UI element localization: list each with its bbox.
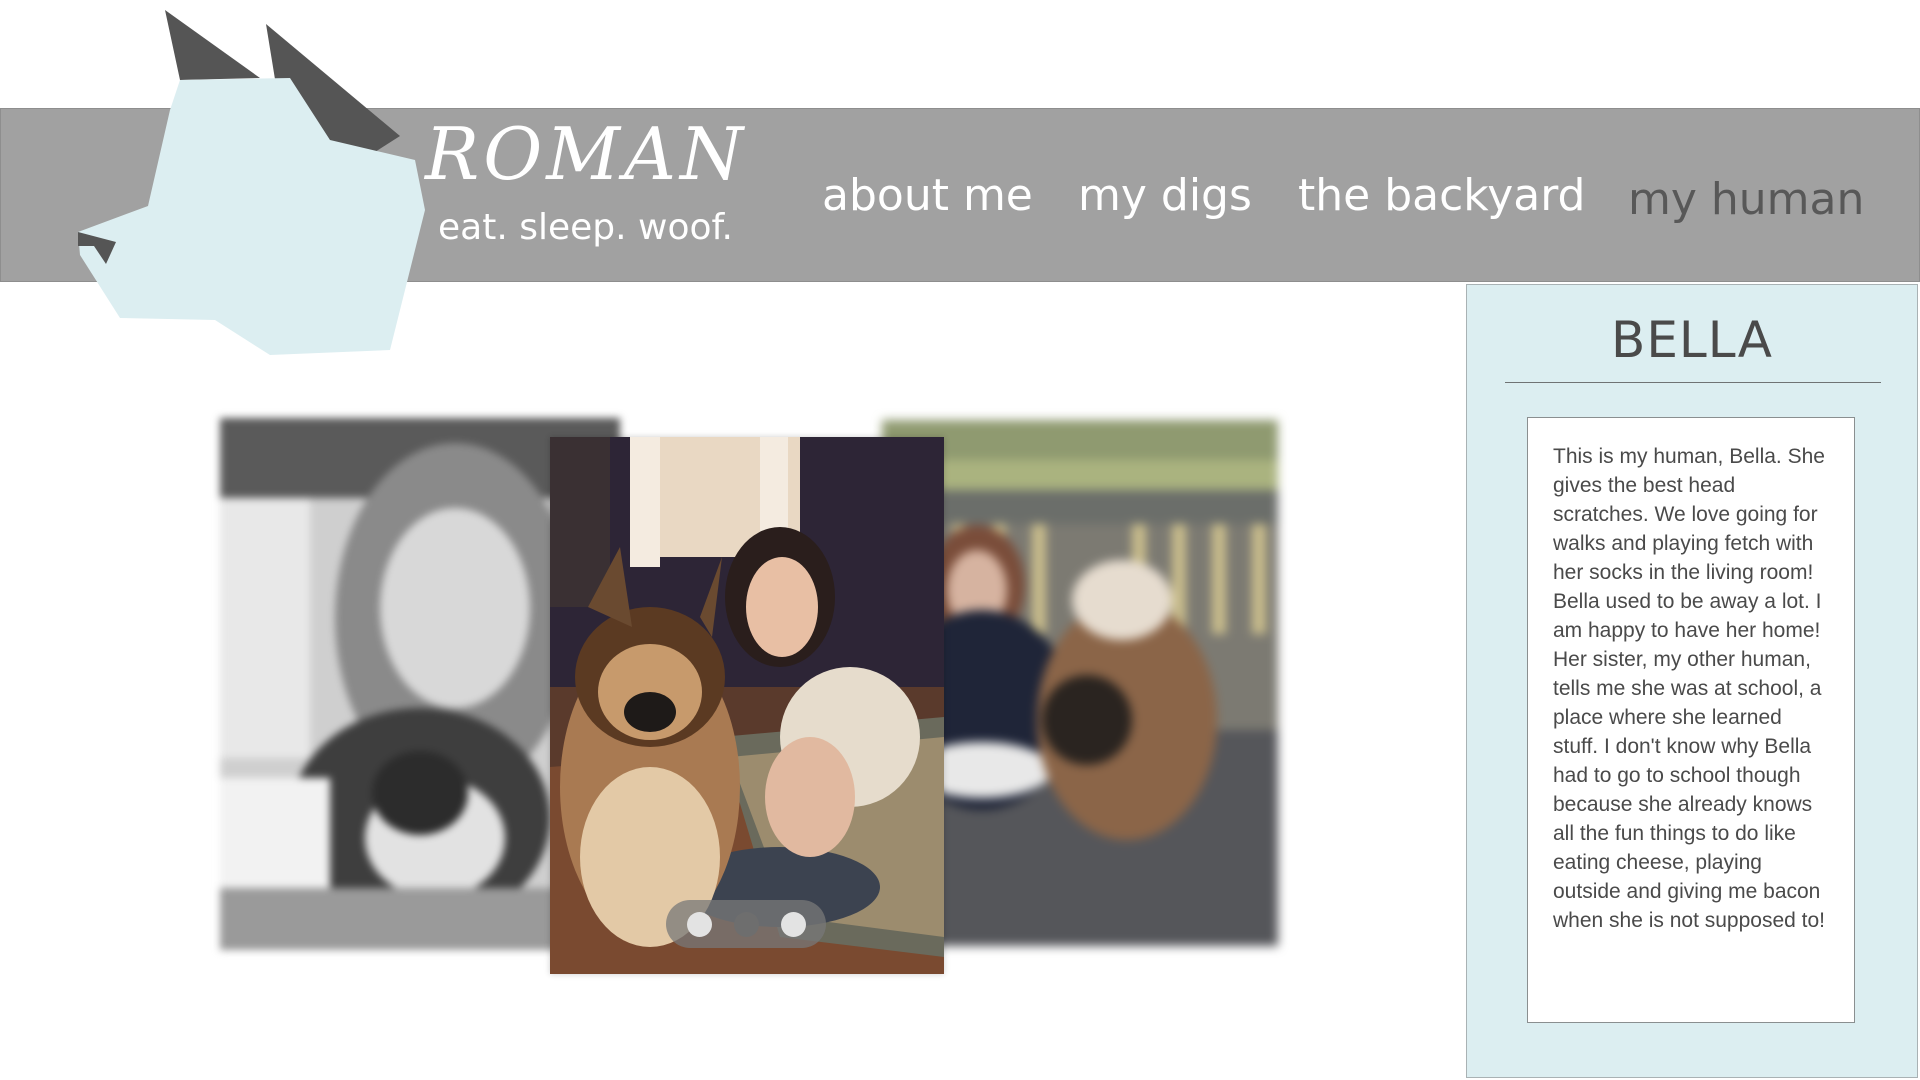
photo-current[interactable]: [550, 437, 944, 974]
dog-logo-icon[interactable]: [70, 10, 430, 360]
nav-my-digs[interactable]: my digs: [1078, 174, 1252, 218]
carousel-dot-3[interactable]: [780, 911, 806, 937]
profile-panel: BELLA This is my human, Bella. She gives…: [1466, 284, 1918, 1078]
brand-tagline: eat. sleep. woof.: [438, 207, 733, 248]
nav-about-me[interactable]: about me: [822, 174, 1033, 218]
profile-name: BELLA: [1611, 311, 1773, 369]
page: ROMAN eat. sleep. woof. about me my digs…: [0, 0, 1920, 1080]
carousel-dot-1[interactable]: [686, 911, 712, 937]
nav-the-backyard[interactable]: the backyard: [1298, 174, 1585, 218]
profile-divider: [1505, 382, 1881, 383]
carousel-dot-2[interactable]: [733, 911, 759, 937]
brand-title[interactable]: ROMAN: [425, 118, 747, 190]
profile-description-box: This is my human, Bella. She gives the b…: [1527, 417, 1855, 1023]
dog-left-ear: [165, 10, 260, 80]
carousel-pagination: [666, 900, 826, 948]
profile-description: This is my human, Bella. She gives the b…: [1553, 445, 1826, 932]
nav-my-human[interactable]: my human: [1628, 178, 1864, 222]
